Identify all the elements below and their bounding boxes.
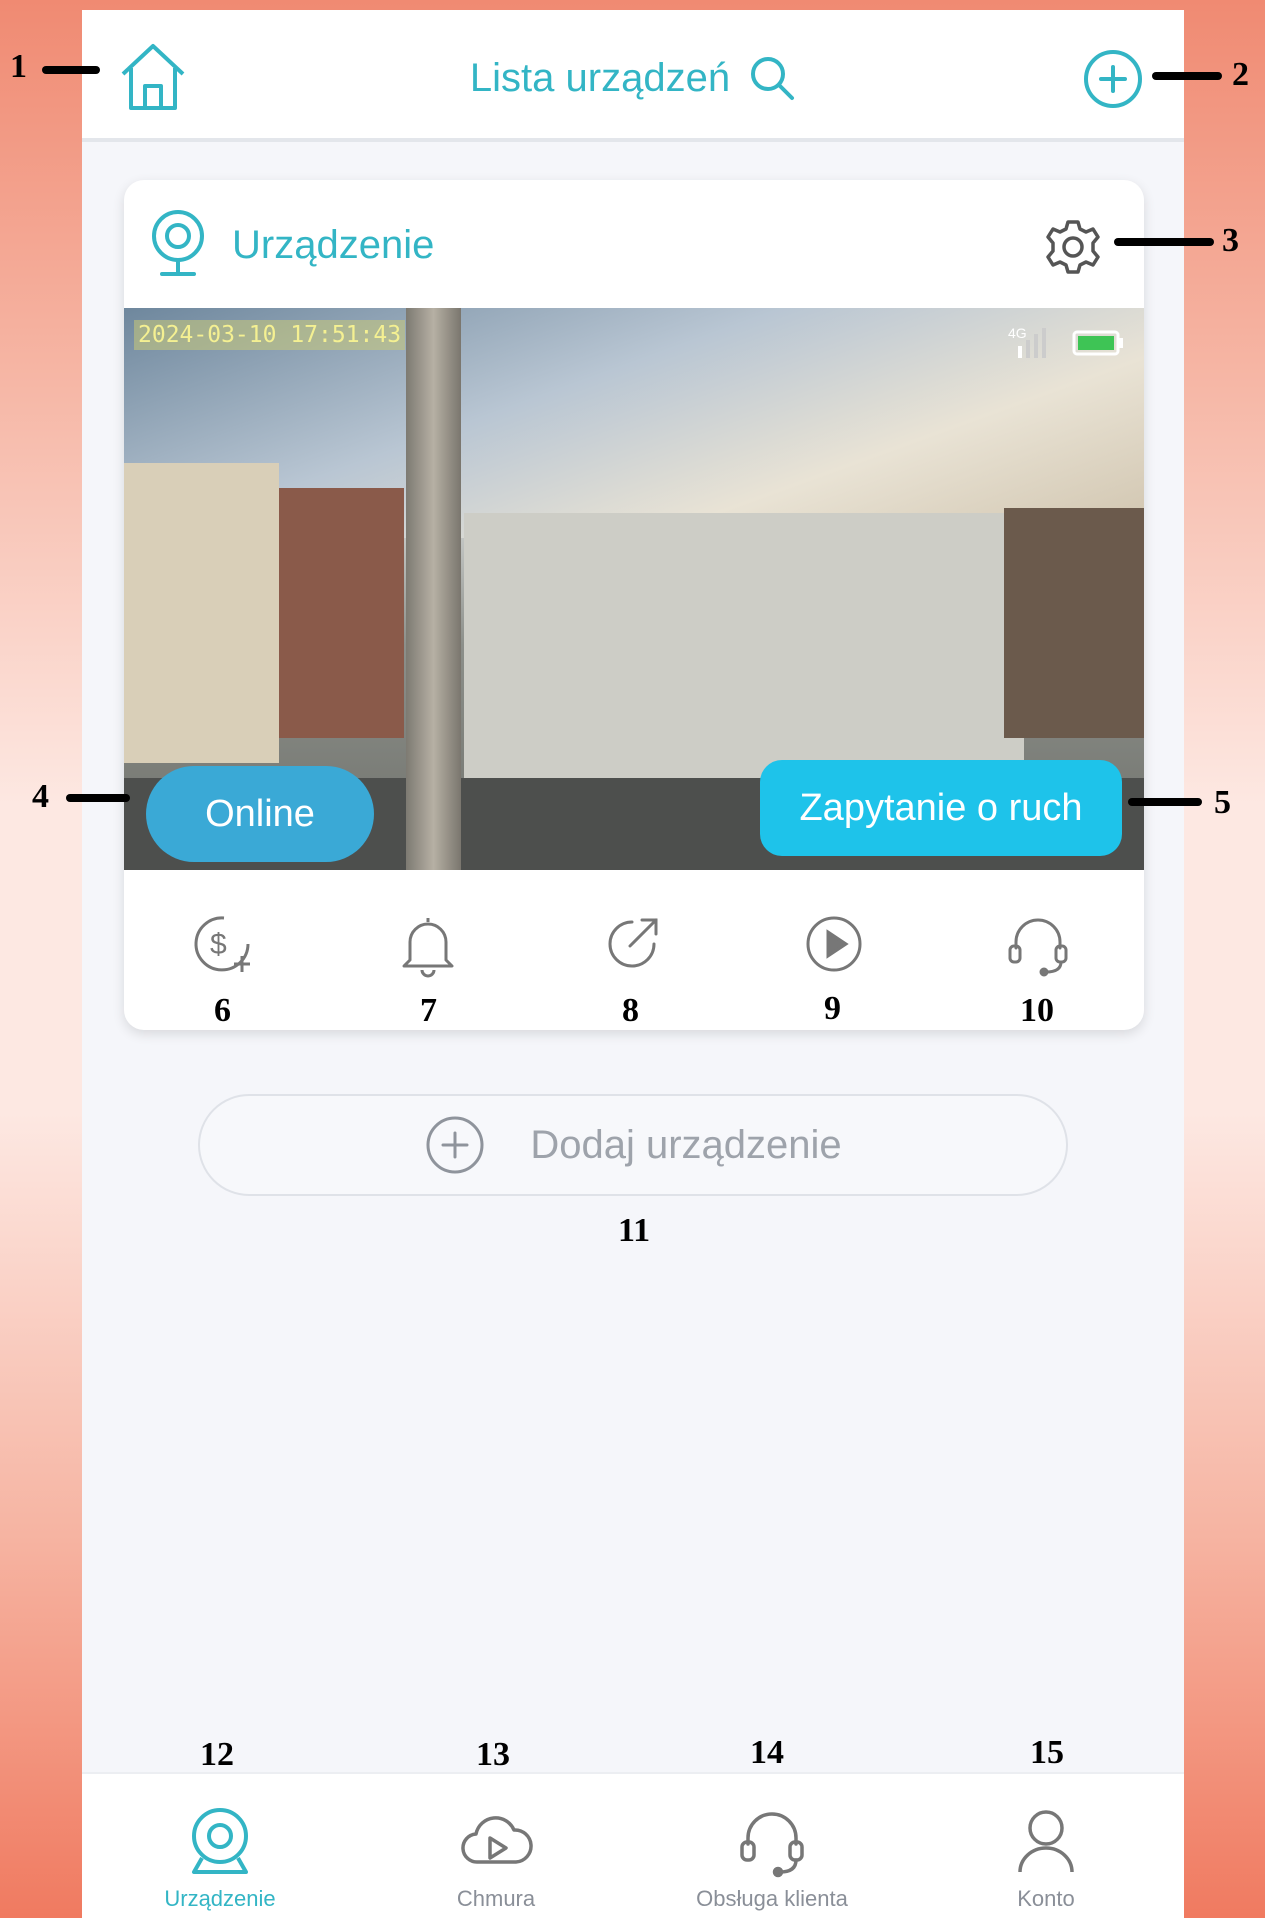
callout-10: 10 — [1020, 992, 1054, 1029]
user-icon — [1018, 1810, 1074, 1873]
callout-3: 3 — [1222, 222, 1239, 259]
preview-timestamp: 2024-03-10 17:51:43 — [134, 320, 406, 350]
add-device-label: Dodaj urządzenie — [530, 1122, 842, 1167]
online-status-badge: Online — [146, 766, 374, 862]
svg-text:$: $ — [210, 928, 227, 961]
callout-5: 5 — [1214, 784, 1231, 821]
callout-12: 12 — [200, 1736, 234, 1773]
tab-device[interactable]: Urządzenie — [82, 1774, 358, 1918]
page-title: Lista urządzeń — [469, 56, 731, 100]
play-icon[interactable] — [800, 910, 868, 978]
callout-2: 2 — [1232, 56, 1249, 93]
motion-query-button[interactable]: Zapytanie o ruch — [760, 760, 1122, 856]
callout-1: 1 — [10, 48, 27, 85]
bell-icon[interactable] — [394, 910, 462, 978]
preview-building — [1004, 508, 1144, 738]
callout-4: 4 — [32, 778, 49, 815]
callout-9: 9 — [824, 990, 841, 1027]
callout-6: 6 — [214, 992, 231, 1029]
preview-building — [124, 463, 279, 763]
headset-icon[interactable] — [1004, 910, 1072, 978]
tab-account[interactable]: Konto — [908, 1774, 1184, 1918]
top-bar: Lista urządzeń — [82, 10, 1184, 142]
callout-11: 11 — [618, 1212, 651, 1249]
callout-line — [42, 66, 100, 74]
callout-15: 15 — [1030, 1734, 1064, 1771]
tab-label: Konto — [1017, 1886, 1075, 1911]
app-screen: Lista urządzeń Urządzenie 2024-03-10 17:… — [82, 10, 1184, 1918]
callout-13: 13 — [476, 1736, 510, 1773]
callout-14: 14 — [750, 1734, 784, 1771]
dollar-plus-icon[interactable]: $ — [190, 910, 258, 978]
page-title-row[interactable]: Lista urządzeń — [82, 50, 1184, 106]
camera-icon — [152, 210, 204, 276]
device-card-header: Urządzenie — [124, 180, 1144, 308]
add-device-button[interactable]: Dodaj urządzenie — [198, 1094, 1068, 1196]
headset-icon — [740, 1812, 804, 1878]
callout-line — [1128, 798, 1202, 806]
bottom-tab-bar: Urządzenie Chmura Obsługa klienta Konto — [82, 1772, 1184, 1918]
signal-battery-indicator: 4G — [1008, 325, 1123, 358]
preview-building — [279, 488, 404, 738]
camera-preview[interactable]: 2024-03-10 17:51:43 4G Online Zapytanie … — [124, 308, 1144, 870]
callout-line — [1152, 72, 1222, 80]
device-name[interactable]: Urządzenie — [232, 220, 434, 270]
search-icon[interactable] — [748, 54, 796, 102]
cloud-play-icon — [461, 1816, 533, 1864]
add-device-top-icon[interactable] — [1082, 48, 1144, 110]
callout-line — [1114, 238, 1214, 246]
tab-label: Obsługa klienta — [696, 1886, 848, 1911]
camera-icon — [192, 1808, 248, 1874]
callout-8: 8 — [622, 992, 639, 1029]
device-actions: $ — [124, 910, 1144, 980]
tab-cloud[interactable]: Chmura — [358, 1774, 634, 1918]
share-icon[interactable] — [598, 910, 666, 978]
plus-circle-icon — [426, 1116, 484, 1174]
device-card: Urządzenie 2024-03-10 17:51:43 4G Online… — [124, 180, 1144, 1030]
network-label: 4G — [1008, 325, 1027, 341]
callout-7: 7 — [420, 992, 437, 1029]
tab-customer-service[interactable]: Obsługa klienta — [634, 1774, 910, 1918]
gear-icon[interactable] — [1044, 218, 1102, 276]
tab-label: Urządzenie — [164, 1886, 276, 1911]
preview-pole — [406, 308, 461, 870]
tab-label: Chmura — [456, 1886, 536, 1911]
callout-line — [66, 794, 130, 802]
